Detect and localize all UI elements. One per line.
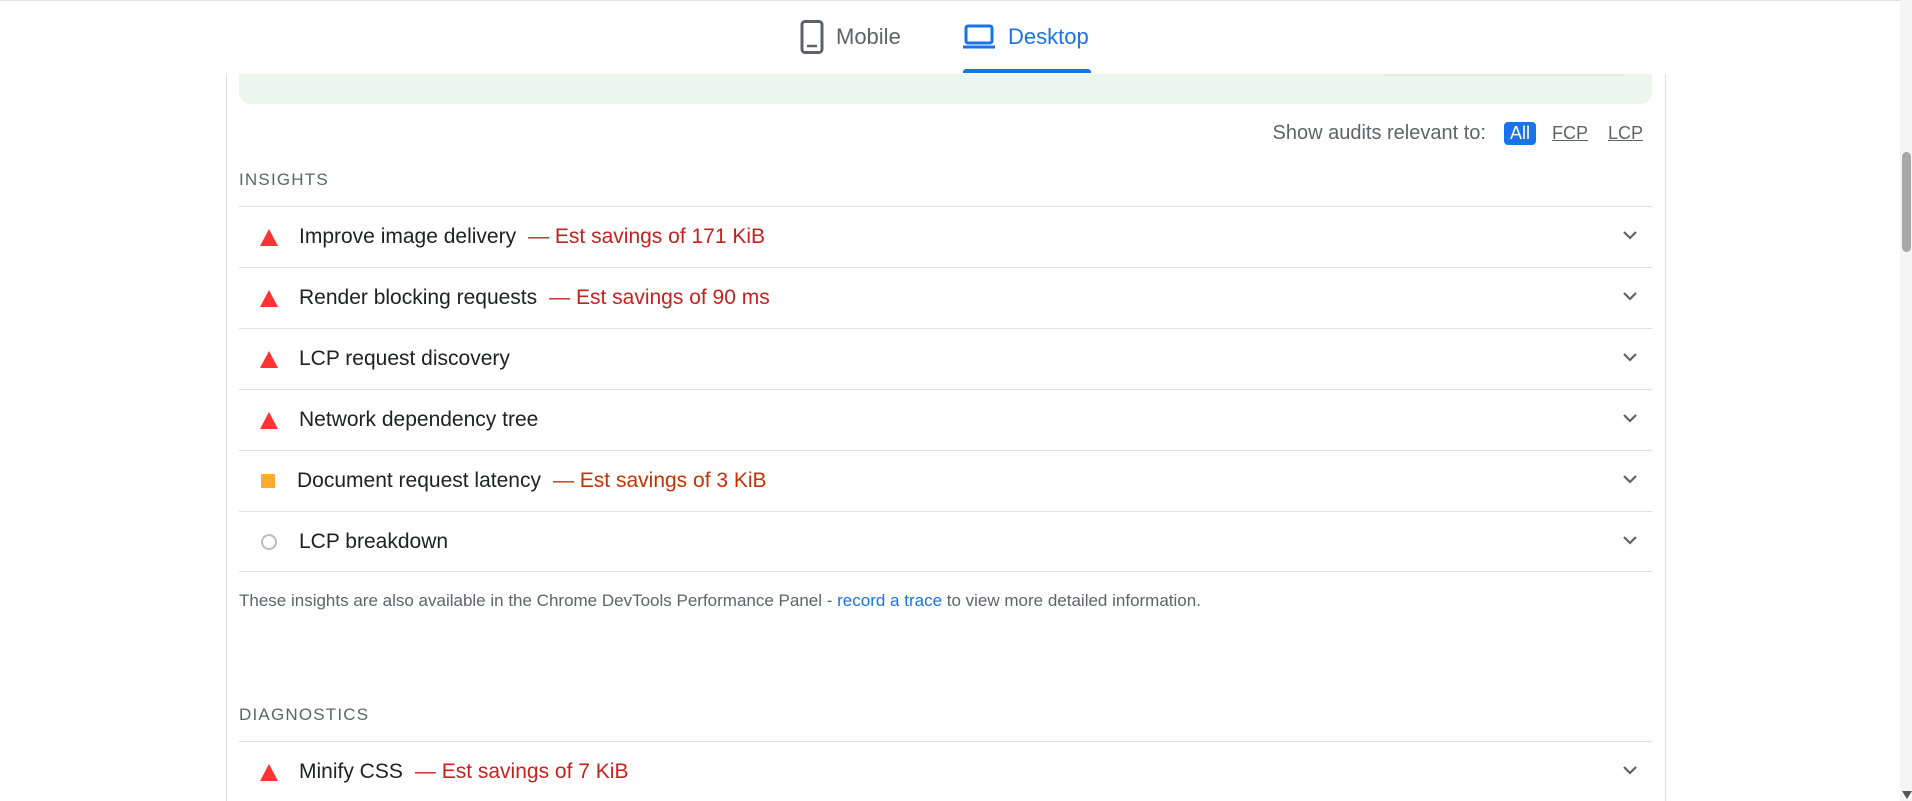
note-text-after: to view more detailed information. [942,591,1201,610]
insight-row-image-delivery[interactable]: Improve image delivery — Est savings of … [239,206,1652,267]
laptop-icon [962,24,996,50]
insight-row-render-blocking[interactable]: Render blocking requests — Est savings o… [239,267,1652,328]
mobile-phone-icon [800,20,824,54]
tab-mobile-label: Mobile [836,24,901,49]
insight-row-network-tree[interactable]: Network dependency tree [239,389,1652,450]
insight-row-lcp-breakdown[interactable]: LCP breakdown [239,511,1652,572]
insight-savings: — Est savings of 90 ms [549,286,770,309]
tab-mobile[interactable]: Mobile [800,0,901,74]
chevron-down-icon [1622,532,1638,550]
scroll-down-arrow-icon[interactable] [1902,791,1912,799]
insight-savings: — Est savings of 171 KiB [528,225,766,248]
chevron-down-icon [1622,410,1638,428]
record-trace-link[interactable]: record a trace [837,591,942,610]
page-scrollbar[interactable] [1900,0,1912,801]
fail-triangle-icon [239,411,299,429]
chevron-down-icon [1622,762,1638,780]
insight-title: Network dependency tree [299,408,539,431]
insights-heading: INSIGHTS [239,170,329,189]
diagnostic-row-minify-css[interactable]: Minify CSS — Est savings of 7 KiB [239,741,1652,801]
diagnostics-heading: DIAGNOSTICS [239,705,370,724]
tab-desktop[interactable]: Desktop [962,0,1089,74]
diagnostics-list: Minify CSS — Est savings of 7 KiB [239,741,1652,801]
chevron-down-icon [1622,471,1638,489]
insights-list: Improve image delivery — Est savings of … [239,206,1652,572]
insight-title: Render blocking requests [299,286,538,309]
tab-desktop-label: Desktop [1008,24,1089,49]
banner-edge [1384,74,1624,76]
insight-title: LCP breakdown [299,529,449,553]
average-square-icon [239,474,297,488]
note-text-before: These insights are also available in the… [239,591,838,610]
scrollbar-thumb[interactable] [1902,152,1911,252]
audit-filter: Show audits relevant to: All FCP LCP [1273,122,1648,145]
filter-label: Show audits relevant to: [1272,122,1486,144]
diagnostic-title: Minify CSS [299,760,403,783]
fail-triangle-icon [239,763,299,781]
filter-chip-fcp[interactable]: FCP [1548,122,1592,145]
device-tabs: Mobile Desktop [0,0,1900,74]
insight-row-document-latency[interactable]: Document request latency — Est savings o… [239,450,1652,511]
insight-title: Improve image delivery [299,225,517,248]
insight-title: Document request latency [297,469,541,492]
insights-note: These insights are also available in the… [239,591,1201,611]
report-container: Show audits relevant to: All FCP LCP INS… [226,74,1666,801]
fail-triangle-icon [239,228,299,246]
fail-triangle-icon [239,289,299,307]
chevron-down-icon [1622,349,1638,367]
filter-chip-all[interactable]: All [1503,122,1536,145]
chevron-down-icon [1622,288,1638,306]
active-tab-indicator [963,69,1091,73]
fail-triangle-icon [239,350,299,368]
diagnostic-savings: — Est savings of 7 KiB [414,760,629,783]
chevron-down-icon [1622,227,1638,245]
filter-chip-lcp[interactable]: LCP [1604,122,1647,145]
insight-row-lcp-discovery[interactable]: LCP request discovery [239,328,1652,389]
insight-title: LCP request discovery [299,347,510,370]
informative-circle-icon [239,533,299,550]
insight-savings: — Est savings of 3 KiB [552,469,767,492]
summary-banner [239,74,1652,104]
